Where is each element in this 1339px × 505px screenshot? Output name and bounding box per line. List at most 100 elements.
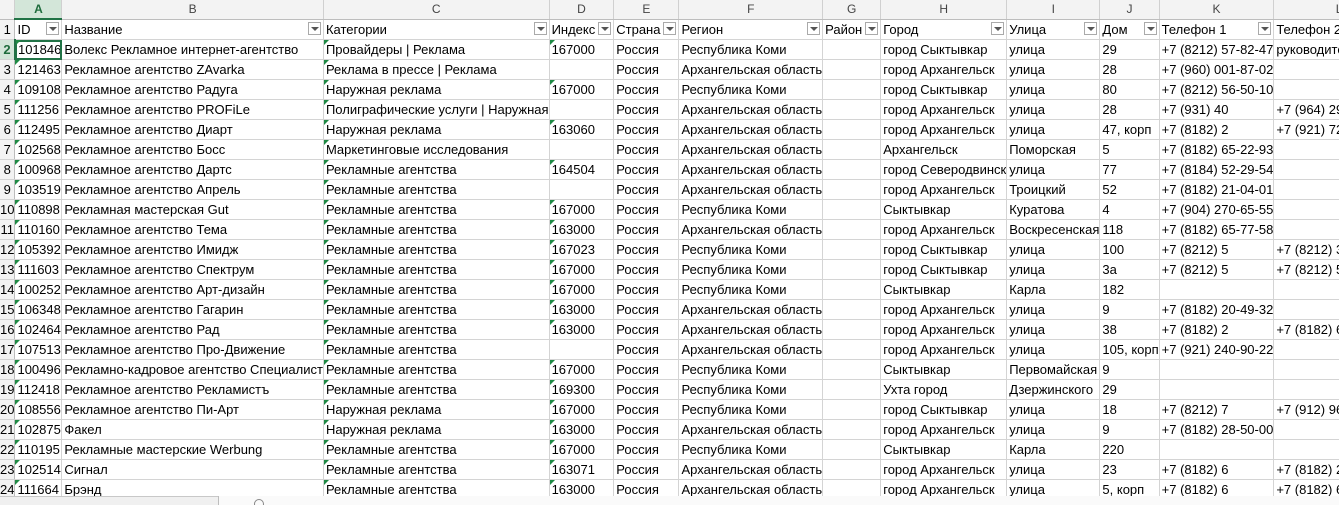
cell-k4[interactable]: +7 (8212) 56-50-10	[1159, 79, 1275, 100]
cell-h6[interactable]: город Архангельск	[880, 119, 1008, 140]
filter-dropdown-icon[interactable]	[1258, 21, 1272, 35]
cell-h9[interactable]: город Архангельск	[880, 179, 1008, 200]
add-sheet-icon[interactable]	[254, 499, 264, 505]
cell-g14[interactable]	[822, 279, 882, 300]
cell-h12[interactable]: город Сыктывкар	[880, 239, 1008, 260]
cell-b16[interactable]: Рекламное агентство Рад	[61, 319, 324, 340]
cell-g3[interactable]	[822, 59, 882, 80]
cell-j16[interactable]: 38	[1099, 319, 1160, 340]
cell-i13[interactable]: улица	[1006, 259, 1101, 280]
cell-b10[interactable]: Рекламная мастерская Gut	[61, 199, 324, 220]
cell-a22[interactable]: 110195	[14, 439, 63, 460]
cell-k15[interactable]: +7 (8182) 20-49-32	[1159, 299, 1275, 320]
cell-k17[interactable]: +7 (921) 240-90-22	[1159, 339, 1275, 360]
cell-i5[interactable]: улица	[1006, 99, 1101, 120]
cell-g10[interactable]	[822, 199, 882, 220]
cell-k20[interactable]: +7 (8212) 7	[1159, 399, 1275, 420]
cell-l18[interactable]	[1273, 359, 1339, 380]
cell-a18[interactable]: 100496	[14, 359, 63, 380]
cell-c14[interactable]: Рекламные агентства	[323, 279, 550, 300]
cell-g5[interactable]	[822, 99, 882, 120]
cell-j21[interactable]: 9	[1099, 419, 1160, 440]
cell-l4[interactable]	[1273, 79, 1339, 100]
cell-e14[interactable]: Россия	[613, 279, 680, 300]
cell-a10[interactable]: 110898	[14, 199, 63, 220]
header-cell[interactable]: Район	[822, 19, 882, 40]
cell-a17[interactable]: 107513	[14, 339, 63, 360]
cell-c13[interactable]: Рекламные агентства	[323, 259, 550, 280]
cell-l20[interactable]: +7 (912) 962-38-02	[1273, 399, 1339, 420]
row-header-14[interactable]: 14	[0, 279, 16, 300]
cell-h3[interactable]: город Архангельск	[880, 59, 1008, 80]
cell-i20[interactable]: улица	[1006, 399, 1101, 420]
cell-k13[interactable]: +7 (8212) 5	[1159, 259, 1275, 280]
cell-c5[interactable]: Полиграфические услуги | Наружная	[323, 99, 550, 120]
cell-g13[interactable]	[822, 259, 882, 280]
cell-f21[interactable]: Архангельская область	[678, 419, 824, 440]
cell-k7[interactable]: +7 (8182) 65-22-93	[1159, 139, 1275, 160]
cell-e19[interactable]: Россия	[613, 379, 680, 400]
cell-h4[interactable]: город Сыктывкар	[880, 79, 1008, 100]
cell-h19[interactable]: Ухта город	[880, 379, 1008, 400]
header-cell[interactable]: Телефон 2	[1273, 19, 1339, 40]
cell-b9[interactable]: Рекламное агентство Апрель	[61, 179, 324, 200]
cell-f7[interactable]: Архангельская область	[678, 139, 824, 160]
cell-g20[interactable]	[822, 399, 882, 420]
cell-c16[interactable]: Рекламные агентства	[323, 319, 550, 340]
cell-b6[interactable]: Рекламное агентство Диарт	[61, 119, 324, 140]
cell-d3[interactable]	[549, 59, 615, 80]
cell-l12[interactable]: +7 (8212) 3	[1273, 239, 1339, 260]
cell-b3[interactable]: Рекламное агентство ZAvarka	[61, 59, 324, 80]
filter-dropdown-icon[interactable]	[46, 22, 60, 35]
cell-d16[interactable]: 163000	[549, 319, 615, 340]
cell-b18[interactable]: Рекламно-кадровое агентство Специалист	[61, 359, 324, 380]
row-header-11[interactable]: 11	[0, 219, 16, 240]
cell-g23[interactable]	[822, 459, 882, 480]
cell-d10[interactable]: 167000	[549, 199, 615, 220]
cell-d5[interactable]	[549, 99, 615, 120]
row-header-12[interactable]: 12	[0, 239, 16, 260]
row-header-16[interactable]: 16	[0, 319, 16, 340]
row-header-6[interactable]: 6	[0, 119, 16, 140]
cell-g15[interactable]	[822, 299, 882, 320]
row-header-1[interactable]: 1	[0, 19, 16, 40]
cell-c10[interactable]: Рекламные агентства	[323, 199, 550, 220]
cell-i18[interactable]: Первомайская	[1006, 359, 1101, 380]
cell-a3[interactable]: 121463	[14, 59, 63, 80]
cell-f6[interactable]: Архангельская область	[678, 119, 824, 140]
cell-h13[interactable]: город Сыктывкар	[880, 259, 1008, 280]
header-cell[interactable]: Категории	[323, 19, 550, 40]
cell-j2[interactable]: 29	[1099, 39, 1160, 60]
cell-h15[interactable]: город Архангельск	[880, 299, 1008, 320]
cell-f4[interactable]: Республика Коми	[678, 79, 824, 100]
cell-a8[interactable]: 100968	[14, 159, 63, 180]
cell-l2[interactable]: руководитель отдела	[1273, 39, 1339, 60]
cell-j17[interactable]: 105, корп	[1099, 339, 1160, 360]
cell-a5[interactable]: 111256	[14, 99, 63, 120]
cell-j22[interactable]: 220	[1099, 439, 1160, 460]
cell-h11[interactable]: город Архангельск	[880, 219, 1008, 240]
cell-i6[interactable]: улица	[1006, 119, 1101, 140]
cell-j20[interactable]: 18	[1099, 399, 1160, 420]
cell-h10[interactable]: Сыктывкар	[880, 199, 1008, 220]
cell-e17[interactable]: Россия	[613, 339, 680, 360]
cell-l22[interactable]	[1273, 439, 1339, 460]
cell-i4[interactable]: улица	[1006, 79, 1101, 100]
cell-j3[interactable]: 28	[1099, 59, 1160, 80]
cell-k5[interactable]: +7 (931) 40	[1159, 99, 1275, 120]
cell-f8[interactable]: Архангельская область	[678, 159, 824, 180]
filter-dropdown-icon[interactable]	[991, 21, 1005, 35]
row-header-2[interactable]: 2	[0, 39, 16, 60]
cell-c20[interactable]: Наружная реклама	[323, 399, 550, 420]
cell-e10[interactable]: Россия	[613, 199, 680, 220]
row-header-4[interactable]: 4	[0, 79, 16, 100]
cell-j19[interactable]: 29	[1099, 379, 1160, 400]
cell-j5[interactable]: 28	[1099, 99, 1160, 120]
cell-b4[interactable]: Рекламное агентство Радуга	[61, 79, 324, 100]
cell-a13[interactable]: 111603	[14, 259, 63, 280]
cell-b11[interactable]: Рекламное агентство Тема	[61, 219, 324, 240]
cell-f22[interactable]: Республика Коми	[678, 439, 824, 460]
cell-b2[interactable]: Волекс Рекламное интернет-агентство	[61, 39, 324, 60]
cell-d4[interactable]: 167000	[549, 79, 615, 100]
cell-b5[interactable]: Рекламное агентство PROFiLe	[61, 99, 324, 120]
